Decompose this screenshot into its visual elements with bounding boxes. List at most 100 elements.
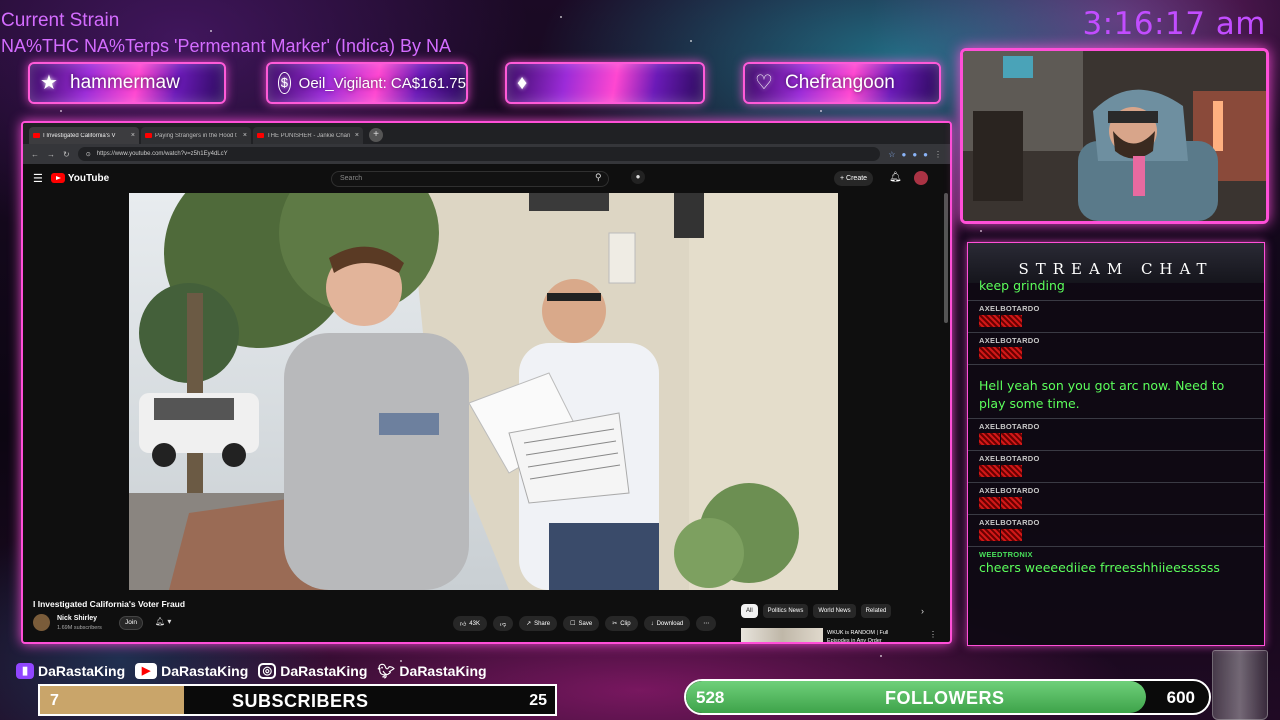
more-dots-icon[interactable]: ⋮ [929, 630, 937, 639]
browser-tab[interactable]: THE PUNISHER - Jankie Chan I × [253, 127, 363, 144]
video-player[interactable] [129, 193, 838, 590]
scrollbar[interactable] [944, 193, 948, 323]
create-button[interactable]: + Create [834, 171, 874, 186]
reload-icon[interactable]: ↻ [63, 150, 70, 159]
like-button[interactable]: 👍︎ 43K [453, 616, 487, 631]
microphone-icon[interactable]: ● [631, 170, 645, 184]
search-icon[interactable]: ⚲ [595, 172, 602, 183]
subscription-bell-icon[interactable]: 🔔︎ ▾ [155, 617, 171, 626]
close-icon[interactable]: × [355, 132, 359, 139]
chip-all[interactable]: All [741, 604, 758, 618]
thumbs-up-icon: 👍︎ [460, 621, 467, 628]
chat-text: Hell yeah son you got arc now. Need to p… [979, 378, 1225, 411]
emote-icon [979, 529, 1000, 541]
download-icon: ↓ [650, 620, 654, 627]
emote-icon [979, 497, 1000, 509]
emote-icon [979, 465, 1000, 477]
emote-icon [979, 433, 1000, 445]
chat-username: AXELBOTARDO [979, 304, 1040, 313]
share-button[interactable]: ↗ Share [519, 616, 558, 631]
download-button[interactable]: ↓ Download [643, 616, 691, 631]
hamburger-menu-icon[interactable]: ☰ [33, 172, 43, 185]
chip-politics-news[interactable]: Politics News [762, 604, 809, 618]
chip-related[interactable]: Related [860, 604, 892, 618]
channel-name[interactable]: Nick Shirley [57, 615, 97, 622]
save-button[interactable]: ☐ Save [563, 616, 600, 631]
emote-row [979, 497, 1254, 509]
chat-message: AXELBOTARDO [968, 483, 1264, 515]
alert-latest-subscriber: ♦ [505, 62, 705, 104]
emote-icon [1001, 347, 1022, 359]
like-count: 43K [469, 620, 480, 627]
clip-label: Clip [620, 620, 631, 627]
subscriber-goal: 25 [529, 692, 547, 709]
recommended-video-title[interactable]: WKUK is RANDOM | Full Episodes in Any Or… [827, 629, 907, 642]
social-handle: DaRastaKing [161, 663, 249, 679]
chat-message: Hell yeah son you got arc now. Need to p… [968, 365, 1264, 419]
emote-row [979, 347, 1254, 359]
channel-avatar[interactable] [33, 614, 50, 631]
youtube-favicon-icon [257, 133, 264, 138]
address-bar: ← → ↻ ⊙ https://www.youtube.com/watch?v=… [23, 144, 950, 164]
extension-icon[interactable]: ● [923, 150, 928, 159]
youtube-logo-text: YouTube [67, 172, 110, 184]
chip-world-news[interactable]: World News [813, 604, 856, 618]
new-tab-button[interactable]: + [369, 128, 383, 142]
related-chips: All Politics News World News Related [741, 604, 892, 618]
search-input[interactable]: Search [331, 171, 609, 187]
emote-icon [979, 315, 1000, 327]
youtube-favicon-icon [33, 133, 40, 138]
clock: 3:16:17 am [1082, 6, 1266, 42]
social-handle: DaRastaKing [280, 663, 368, 679]
browser-tab[interactable]: Paying Strangers in the Hood t × [141, 127, 251, 144]
chat-username: AXELBOTARDO [979, 422, 1040, 431]
star-icon: ★ [40, 72, 58, 94]
browser-tab[interactable]: I Investigated California's V × [29, 127, 139, 144]
site-info-icon[interactable]: ⊙ [86, 151, 91, 158]
subscriber-label: SUBSCRIBERS [232, 691, 369, 711]
menu-dots-icon[interactable]: ⋮ [934, 150, 942, 159]
diamond-icon: ♦ [517, 72, 528, 94]
join-button[interactable]: Join [119, 616, 143, 630]
webcam-image [963, 51, 1266, 221]
create-label: Create [846, 175, 868, 182]
chat-username: AXELBOTARDO [979, 336, 1040, 345]
chat-message: AXELBOTARDO [968, 419, 1264, 451]
save-label: Save [578, 620, 593, 627]
extension-icon[interactable]: ● [912, 150, 917, 159]
url-field[interactable]: ⊙ https://www.youtube.com/watch?v=z5h1Ey… [77, 147, 881, 161]
alert-label: Oeil_Vigilant: CA$161.75 [298, 74, 466, 92]
subscriber-progress-fill [40, 686, 185, 714]
dislike-button[interactable]: 👎︎ [492, 616, 514, 631]
social-instagram: ◎ DaRastaKing [258, 663, 367, 679]
close-icon[interactable]: × [243, 132, 247, 139]
download-label: Download [656, 620, 684, 627]
youtube-logo[interactable]: YouTube [50, 172, 110, 184]
video-letterbox [33, 193, 129, 590]
emote-row [979, 465, 1254, 477]
bookmark-star-icon[interactable]: ☆ [888, 150, 895, 159]
clip-button[interactable]: ✂ Clip [605, 616, 638, 631]
notifications-bell-icon[interactable]: 🔔︎ [889, 172, 902, 183]
user-avatar[interactable] [914, 171, 928, 185]
forward-icon[interactable]: → [47, 150, 55, 159]
tab-title: Paying Strangers in the Hood t [155, 132, 237, 139]
emote-row [979, 529, 1254, 541]
alert-label: Chefrangoon [785, 72, 895, 93]
chat-username [979, 368, 1254, 377]
recommended-video-thumbnail[interactable] [741, 628, 823, 642]
chat-text: cheers weeeediiee frreesshhiieessssss [979, 560, 1220, 575]
more-actions-button[interactable]: ⋯ [696, 616, 717, 631]
close-icon[interactable]: × [131, 132, 135, 139]
social-handles: ▮ DaRastaKing ▶ DaRastaKing ◎ DaRastaKin… [16, 663, 487, 679]
scissors-icon: ✂ [612, 621, 618, 627]
extensions-bar: ☆ ● ● ● ⋮ [888, 150, 942, 159]
subscriber-goal-bar: 7 SUBSCRIBERS 25 [38, 684, 557, 716]
chat-message: AXELBOTARDO [968, 451, 1264, 483]
extension-icon[interactable]: ● [901, 150, 906, 159]
heart-icon: ♡ [755, 72, 773, 94]
emote-icon [1001, 529, 1022, 541]
back-icon[interactable]: ← [31, 150, 39, 159]
chevron-right-icon[interactable]: › [921, 606, 924, 616]
instagram-icon: ◎ [258, 663, 277, 679]
